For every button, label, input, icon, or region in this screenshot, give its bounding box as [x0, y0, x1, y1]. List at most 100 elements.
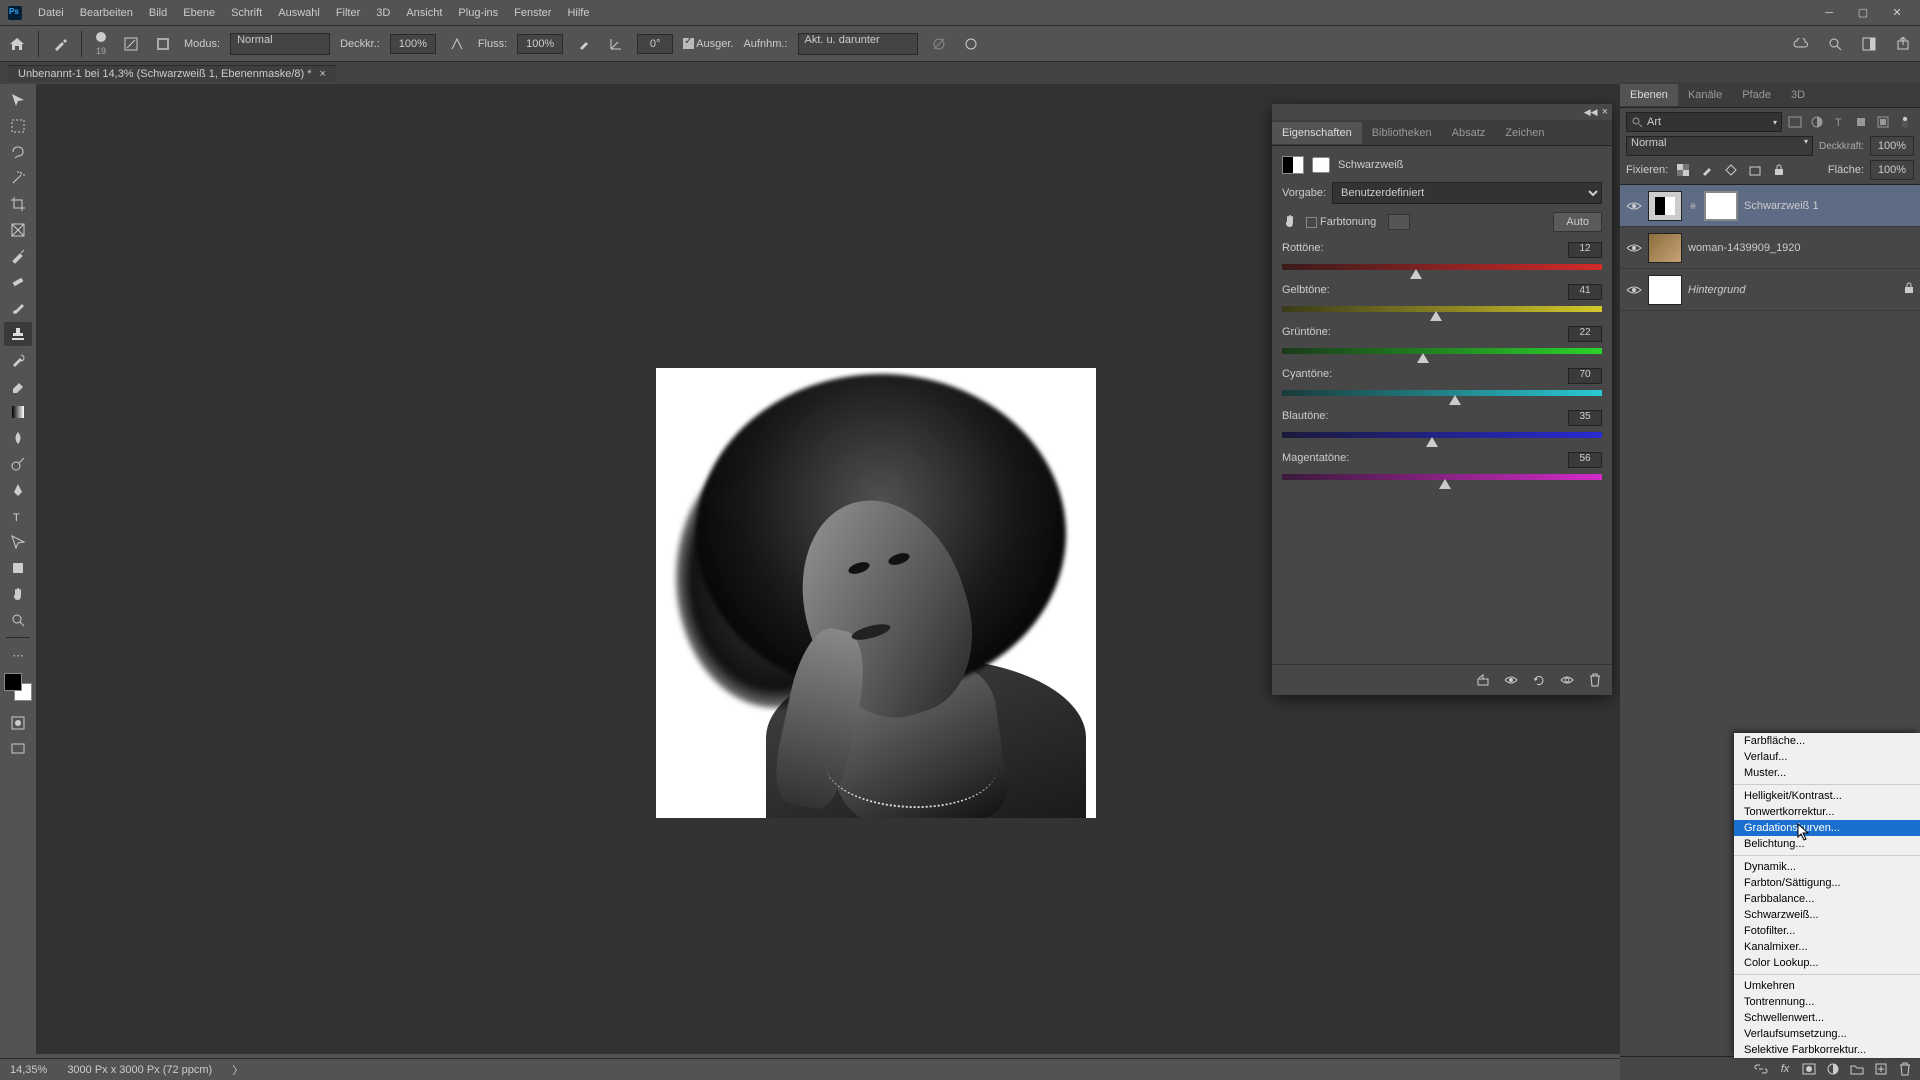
properties-tab[interactable]: Bibliotheken: [1362, 122, 1442, 144]
menu-item[interactable]: 3D: [368, 4, 398, 22]
statusbar-chevron-icon[interactable]: 〉: [232, 1062, 243, 1078]
menu-item[interactable]: Bearbeiten: [72, 4, 141, 22]
hand-scrubber-icon[interactable]: [1282, 213, 1298, 232]
menu-item[interactable]: Hilfe: [559, 4, 597, 22]
group-new-icon[interactable]: [1848, 1060, 1866, 1078]
properties-tab[interactable]: Zeichen: [1495, 122, 1554, 144]
menu-item[interactable]: Fenster: [506, 4, 559, 22]
color-swatches[interactable]: [4, 673, 32, 701]
menu-item[interactable]: Kanalmixer...: [1734, 939, 1920, 955]
color-slider[interactable]: Rottöne:12: [1282, 242, 1602, 274]
slider-value[interactable]: 56: [1568, 452, 1602, 468]
layer-new-icon[interactable]: [1872, 1060, 1890, 1078]
mask-new-icon[interactable]: [1800, 1060, 1818, 1078]
document-tab[interactable]: Unbenannt-1 bei 14,3% (Schwarzweiß 1, Eb…: [8, 65, 336, 82]
stamp-tool[interactable]: [4, 322, 32, 346]
ausger-checkbox[interactable]: Ausger.: [683, 38, 733, 50]
blur-tool[interactable]: [4, 426, 32, 450]
slider-knob[interactable]: [1439, 479, 1451, 489]
link-layers-icon[interactable]: [1752, 1060, 1770, 1078]
slider-knob[interactable]: [1410, 269, 1422, 279]
farbtonung-checkbox[interactable]: Farbtonung: [1306, 216, 1376, 228]
lock-pos-icon[interactable]: [1722, 161, 1740, 179]
deckkraft-input[interactable]: [1870, 136, 1914, 156]
blend-mode-select[interactable]: Normal▾: [1626, 136, 1813, 156]
mask-icon[interactable]: [1312, 157, 1330, 173]
filter-shape-icon[interactable]: [1852, 113, 1870, 131]
move-tool[interactable]: [4, 88, 32, 112]
sample-icon[interactable]: [928, 33, 950, 55]
lock-paint-icon[interactable]: [1698, 161, 1716, 179]
flaeche-input[interactable]: [1870, 160, 1914, 180]
maximize-button[interactable]: ▢: [1848, 4, 1878, 22]
lock-all-icon[interactable]: [1770, 161, 1788, 179]
visibility-toggle[interactable]: [1626, 198, 1642, 214]
layers-tab[interactable]: Kanäle: [1678, 84, 1732, 106]
layer-name[interactable]: Schwarzweiß 1: [1744, 200, 1819, 212]
menu-item[interactable]: Muster...: [1734, 765, 1920, 781]
close-panel-icon[interactable]: ×: [1602, 106, 1608, 118]
aufnhm-select[interactable]: Akt. u. darunter: [798, 33, 918, 55]
reset-icon[interactable]: [1530, 671, 1548, 689]
vorgabe-select[interactable]: Benutzerdefiniert: [1332, 182, 1602, 204]
hand-tool[interactable]: [4, 582, 32, 606]
zoom-level[interactable]: 14,35%: [10, 1064, 47, 1076]
color-slider[interactable]: Cyantöne:70: [1282, 368, 1602, 400]
menu-item[interactable]: Schwarzweiß...: [1734, 907, 1920, 923]
workspace-icon[interactable]: [1858, 33, 1880, 55]
trash-icon[interactable]: [1586, 671, 1604, 689]
screenmode-icon[interactable]: [4, 737, 32, 761]
home-icon[interactable]: [6, 33, 28, 55]
pen-tool[interactable]: [4, 478, 32, 502]
modus-select[interactable]: Normal: [230, 33, 330, 55]
close-tab-icon[interactable]: ×: [320, 68, 326, 80]
menu-item[interactable]: Schwellenwert...: [1734, 1010, 1920, 1026]
layer-trash-icon[interactable]: [1896, 1060, 1914, 1078]
pressure-opacity-icon[interactable]: [446, 33, 468, 55]
layers-tab[interactable]: Ebenen: [1620, 84, 1678, 106]
brush-settings-icon[interactable]: [152, 33, 174, 55]
menu-item[interactable]: Schrift: [223, 4, 270, 22]
edit-toolbar-icon[interactable]: ⋯: [4, 643, 32, 667]
cloud-icon[interactable]: [1790, 33, 1812, 55]
menu-item[interactable]: Fotofilter...: [1734, 923, 1920, 939]
menu-item[interactable]: Dynamik...: [1734, 859, 1920, 875]
slider-value[interactable]: 35: [1568, 410, 1602, 426]
layer-row[interactable]: woman-1439909_1920: [1620, 227, 1920, 269]
menu-item[interactable]: Umkehren: [1734, 978, 1920, 994]
slider-value[interactable]: 41: [1568, 284, 1602, 300]
layer-filter-select[interactable]: Art ▾: [1626, 112, 1782, 132]
slider-value[interactable]: 22: [1568, 326, 1602, 342]
marquee-tool[interactable]: [4, 114, 32, 138]
eyedropper-tool[interactable]: [4, 244, 32, 268]
menu-item[interactable]: Verlaufsumsetzung...: [1734, 1026, 1920, 1042]
lasso-tool[interactable]: [4, 140, 32, 164]
menu-item[interactable]: Tonwertkorrektur...: [1734, 804, 1920, 820]
fluss-input[interactable]: [517, 34, 563, 54]
dodge-tool[interactable]: [4, 452, 32, 476]
filter-toggle[interactable]: [1896, 113, 1914, 131]
pressure-size-icon[interactable]: [960, 33, 982, 55]
zoom-tool[interactable]: [4, 608, 32, 632]
slider-knob[interactable]: [1449, 395, 1461, 405]
lock-icon[interactable]: [1904, 282, 1914, 297]
wand-tool[interactable]: [4, 166, 32, 190]
layer-row[interactable]: Hintergrund: [1620, 269, 1920, 311]
lock-nest-icon[interactable]: [1746, 161, 1764, 179]
color-slider[interactable]: Blautöne:35: [1282, 410, 1602, 442]
menu-item[interactable]: Belichtung...: [1734, 836, 1920, 852]
path-select-tool[interactable]: [4, 530, 32, 554]
gradient-tool[interactable]: [4, 400, 32, 424]
menu-item[interactable]: Ebene: [175, 4, 223, 22]
fx-icon[interactable]: fx: [1776, 1060, 1794, 1078]
properties-tab[interactable]: Absatz: [1442, 122, 1496, 144]
menu-item[interactable]: Ansicht: [398, 4, 450, 22]
menu-item[interactable]: Filter: [328, 4, 368, 22]
layer-name[interactable]: woman-1439909_1920: [1688, 242, 1801, 254]
visibility-toggle[interactable]: [1626, 282, 1642, 298]
layers-tab[interactable]: Pfade: [1732, 84, 1781, 106]
menu-item[interactable]: Helligkeit/Kontrast...: [1734, 788, 1920, 804]
menu-item[interactable]: Verlauf...: [1734, 749, 1920, 765]
eraser-tool[interactable]: [4, 374, 32, 398]
menu-item[interactable]: Farbfläche...: [1734, 733, 1920, 749]
